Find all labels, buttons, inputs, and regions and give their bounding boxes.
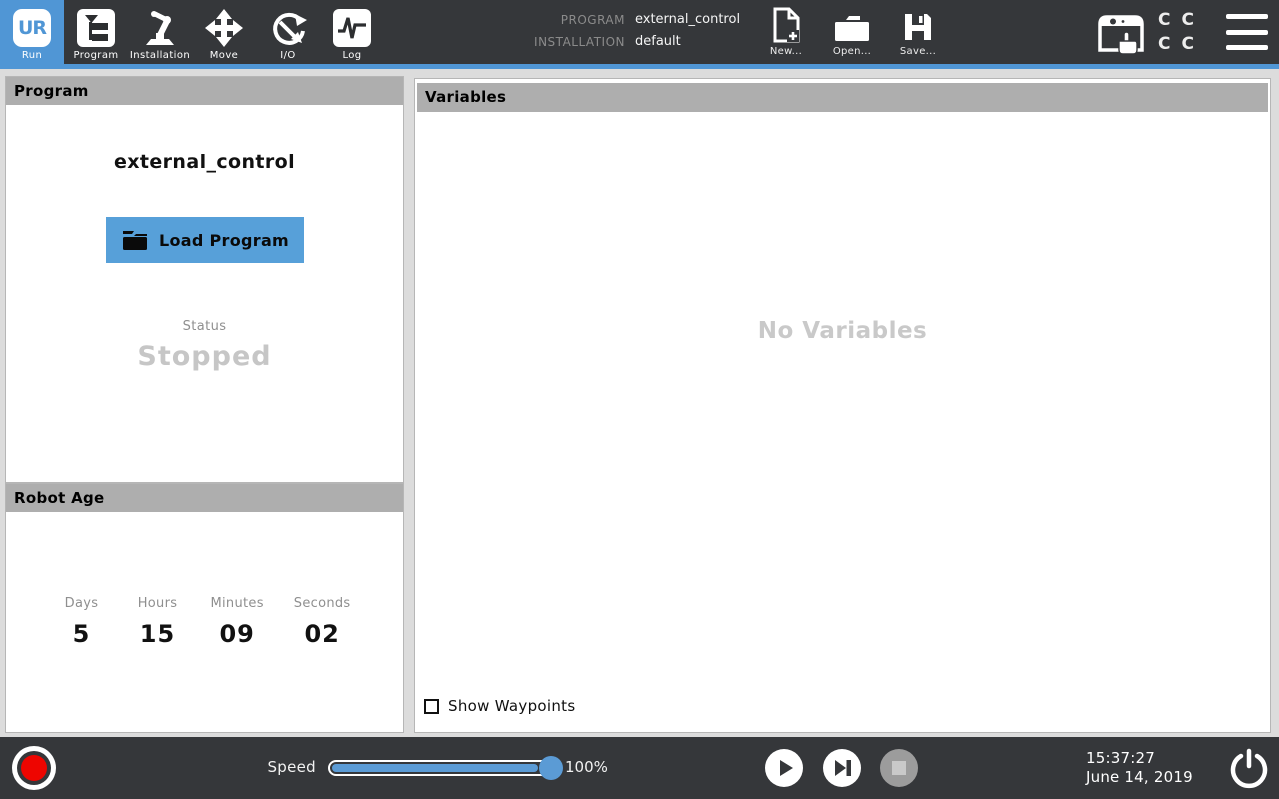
robot-status-red-indicator [21, 755, 47, 781]
power-button[interactable] [1228, 747, 1270, 789]
hamburger-bar [1226, 30, 1268, 35]
installation-label: INSTALLATION [498, 34, 625, 50]
tab-log-label: Log [342, 50, 361, 61]
open-button-label: Open... [833, 46, 871, 57]
remote-control-button[interactable] [1092, 8, 1150, 58]
new-file-icon [770, 9, 802, 43]
move-arrows-icon [204, 6, 244, 50]
age-minutes-value: 09 [211, 620, 264, 648]
open-button[interactable]: Open... [823, 9, 881, 57]
program-value: external_control [635, 12, 740, 28]
new-button[interactable]: New... [757, 9, 815, 57]
age-days-label: Days [59, 596, 105, 611]
glyph-c4: C [1181, 33, 1193, 56]
speed-slider-fill [332, 764, 538, 772]
log-waveform-icon [333, 6, 371, 50]
stop-button[interactable] [880, 749, 918, 787]
top-bar: UR Run Program [0, 0, 1279, 69]
robot-age-panel: Robot Age Days 5 Hours 15 Minutes 09 Sec… [5, 483, 404, 733]
age-days-value: 5 [59, 620, 105, 648]
installation-value: default [635, 34, 740, 50]
show-waypoints-control[interactable]: Show Waypoints [424, 697, 575, 715]
play-button[interactable] [765, 749, 803, 787]
variables-panel: Variables No Variables Show Waypoints [414, 78, 1271, 733]
power-icon [1228, 747, 1270, 789]
hamburger-bar [1226, 45, 1268, 50]
new-button-label: New... [770, 46, 802, 57]
save-button-label: Save... [900, 46, 936, 57]
tab-io-label: I/O [280, 50, 295, 61]
load-program-button[interactable]: Load Program [106, 217, 304, 263]
program-tree-icon [77, 6, 115, 50]
clock-date: June 14, 2019 [1086, 768, 1193, 787]
age-seconds-label: Seconds [294, 596, 351, 611]
open-folder-icon [833, 9, 871, 43]
age-hours-value: 15 [135, 620, 181, 648]
tab-run-label: Run [22, 50, 42, 61]
load-program-label: Load Program [159, 231, 289, 250]
hamburger-bar [1226, 14, 1268, 19]
program-panel-title: Program [6, 77, 403, 105]
clock: 15:37:27 June 14, 2019 [1086, 749, 1193, 787]
hamburger-menu-button[interactable] [1226, 14, 1268, 50]
tab-log[interactable]: Log [320, 0, 384, 64]
glyph-c3: C [1158, 33, 1170, 56]
robot-age-title: Robot Age [6, 484, 403, 512]
stop-icon [892, 761, 906, 775]
speed-percent: 100% [565, 758, 608, 776]
show-waypoints-checkbox[interactable] [424, 699, 439, 714]
tab-move-label: Move [210, 50, 238, 61]
tab-program[interactable]: Program [64, 0, 128, 64]
polyscope-screen: UR Run Program [0, 0, 1279, 799]
loaded-program-name: external_control [6, 151, 403, 173]
tab-io[interactable]: I/O [256, 0, 320, 64]
clock-time: 15:37:27 [1086, 749, 1193, 768]
file-actions: New... Open... [757, 9, 947, 57]
age-seconds-value: 02 [294, 620, 351, 648]
tab-installation[interactable]: Installation [128, 0, 192, 64]
save-button[interactable]: Save... [889, 9, 947, 57]
variables-panel-title: Variables [417, 83, 1268, 112]
tab-installation-label: Installation [130, 50, 190, 61]
program-panel: Program external_control Load Program St… [5, 76, 404, 483]
robot-status-button[interactable] [12, 746, 56, 790]
show-waypoints-label: Show Waypoints [448, 697, 575, 715]
io-icon [267, 6, 309, 50]
tab-program-label: Program [74, 50, 119, 61]
no-variables-message: No Variables [415, 318, 1270, 344]
robot-age-counters: Days 5 Hours 15 Minutes 09 Seconds 02 [6, 596, 403, 648]
age-seconds: Seconds 02 [294, 596, 351, 648]
teach-pendant-icon [1092, 8, 1150, 58]
speed-slider[interactable] [328, 760, 560, 776]
age-hours: Hours 15 [135, 596, 181, 648]
robot-arm-icon [139, 6, 181, 50]
status-label: Status [6, 319, 403, 334]
robot-status-ring [17, 751, 51, 785]
glyph-c1: C [1158, 9, 1170, 32]
main-tabs: UR Run Program [0, 0, 384, 64]
speed-label: Speed [240, 758, 316, 776]
status-value: Stopped [6, 341, 403, 372]
program-label: PROGRAM [498, 12, 625, 28]
loaded-file-info: PROGRAM external_control INSTALLATION de… [498, 12, 740, 50]
speed-slider-thumb[interactable] [539, 756, 563, 780]
hand-cursor-icon [1119, 32, 1137, 54]
ur-logo-icon: UR [13, 6, 51, 50]
tab-move[interactable]: Move [192, 0, 256, 64]
step-forward-button[interactable] [823, 749, 861, 787]
bottom-bar: Speed 100% 15:37:27 [0, 737, 1279, 799]
folder-icon [121, 228, 149, 252]
tab-run[interactable]: UR Run [0, 0, 64, 64]
glyph-c2: C [1181, 9, 1193, 32]
age-minutes: Minutes 09 [211, 596, 264, 648]
age-minutes-label: Minutes [211, 596, 264, 611]
corner-status-glyphs: C C C C [1158, 9, 1194, 56]
age-days: Days 5 [59, 596, 105, 648]
age-hours-label: Hours [135, 596, 181, 611]
save-floppy-icon [902, 9, 934, 43]
